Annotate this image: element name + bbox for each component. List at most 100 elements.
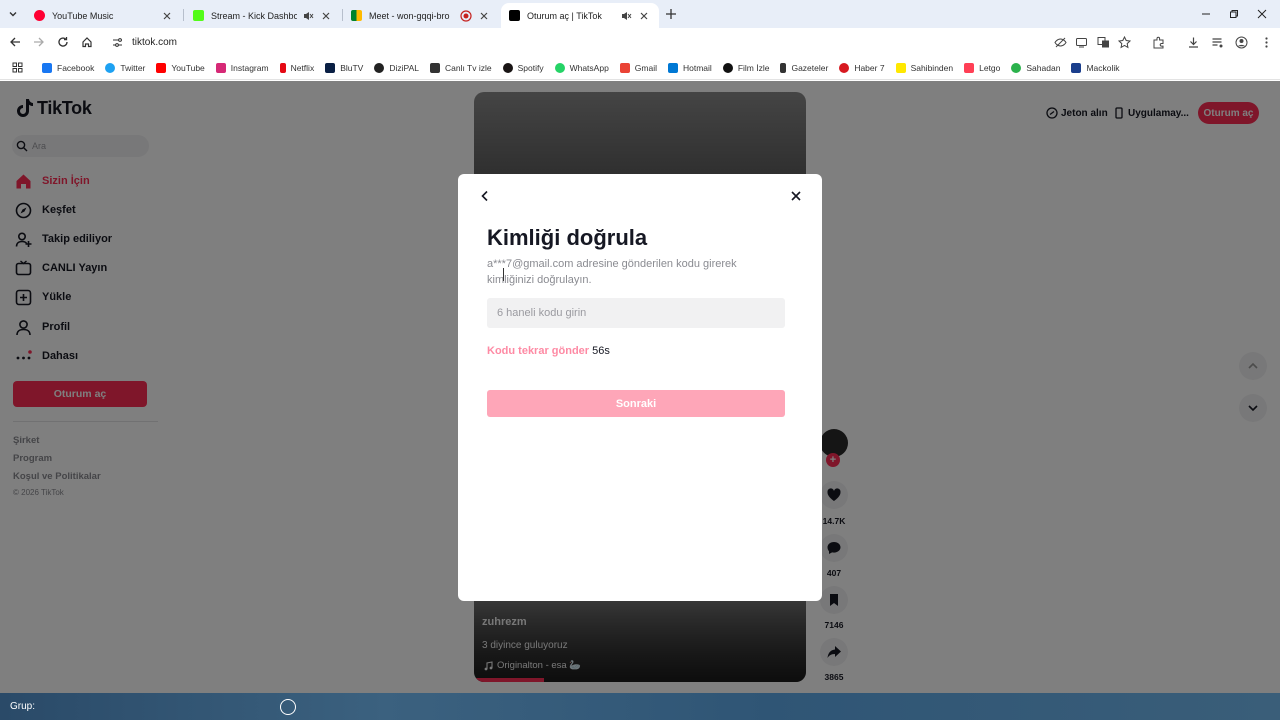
bookmark-label: WhatsApp (569, 62, 609, 73)
bookmark-star-icon[interactable] (1116, 34, 1132, 50)
lightbulb-icon (780, 62, 787, 73)
bookmark-letgo[interactable]: Letgo (964, 62, 1001, 73)
bookmark-whatsapp[interactable]: WhatsApp (554, 62, 609, 73)
more-menu-icon[interactable] (1258, 34, 1274, 50)
bookmark-label: Gazeteler (791, 62, 829, 73)
muted-speaker-icon[interactable] (619, 9, 633, 23)
bookmark-hotmail[interactable]: Hotmail (668, 62, 712, 73)
text-cursor-icon (503, 268, 506, 281)
sahadan-icon (1011, 62, 1022, 73)
bookmark-sahibinden[interactable]: Sahibinden (895, 62, 954, 73)
bookmark-label: YouTube (171, 62, 205, 73)
tab-search-icon[interactable] (4, 5, 22, 23)
profile-avatar-icon[interactable] (1233, 34, 1249, 50)
dizipal-icon (374, 62, 385, 73)
close-tab-icon[interactable] (319, 9, 333, 23)
extensions-puzzle-icon[interactable] (1150, 34, 1166, 50)
apps-grid-icon[interactable] (10, 61, 24, 75)
bookmark-film-izle[interactable]: Film İzle (722, 62, 770, 73)
resend-code-row: Kodu tekrar gönder 56s (487, 345, 610, 357)
cast-icon[interactable] (1073, 34, 1089, 50)
modal-description: a***7@gmail.com adresine gönderilen kodu… (487, 258, 737, 286)
browser-toolbar: tiktok.com (0, 28, 1280, 56)
verify-identity-modal: Kimliği doğrula a***7@gmail.com adresine… (458, 174, 822, 601)
bookmark-facebook[interactable]: Facebook (42, 62, 94, 73)
next-button[interactable]: Sonraki (487, 390, 785, 417)
twitter-icon (105, 62, 116, 73)
bookmark-label: Gmail (634, 62, 657, 73)
home-icon[interactable] (79, 34, 95, 50)
bookmark-label: Letgo (979, 62, 1001, 73)
verification-code-input[interactable] (487, 298, 785, 328)
whatsapp-icon (554, 62, 565, 73)
eye-off-icon[interactable] (1052, 34, 1068, 50)
bookmark-gazeteler[interactable]: Gazeteler (780, 62, 829, 73)
tab-tiktok-login[interactable]: Oturum aç | TikTok (501, 3, 659, 28)
mackolik-icon (1071, 62, 1082, 73)
media-controls-icon[interactable] (1209, 34, 1225, 50)
taskbar-app-icon[interactable] (280, 699, 296, 715)
haber7-icon (839, 62, 850, 73)
recording-icon (459, 9, 473, 23)
restore-window-icon[interactable] (1226, 6, 1242, 22)
youtube-icon (156, 62, 167, 73)
os-taskbar: Grup: (0, 693, 1280, 720)
gmail-icon (619, 62, 630, 73)
close-tab-icon[interactable] (637, 9, 651, 23)
close-tab-icon[interactable] (160, 9, 174, 23)
taskbar-group-label: Grup: (10, 701, 36, 712)
new-tab-plus-icon[interactable] (663, 6, 679, 22)
bookmark-spotify[interactable]: Spotify (502, 62, 544, 73)
tab-label: YouTube Music (52, 10, 114, 21)
bookmark-blutv[interactable]: BluTV (325, 62, 363, 73)
bookmark-mackolik[interactable]: Mackolik (1071, 62, 1120, 73)
download-icon[interactable] (1185, 34, 1201, 50)
bookmark-dizipal[interactable]: DiziPAL (374, 62, 419, 73)
bookmark-label: Film İzle (737, 62, 770, 73)
tab-kick-dashboard[interactable]: Stream - Kick Dashboard (185, 3, 341, 28)
resend-code-link[interactable]: Kodu tekrar gönder (487, 345, 589, 357)
muted-speaker-icon[interactable] (301, 9, 315, 23)
minimize-window-icon[interactable] (1198, 6, 1214, 22)
letgo-icon (964, 62, 975, 73)
tiktok-favicon-icon (509, 10, 520, 21)
bookmarks-bar: Facebook Twitter YouTube Instagram Netfl… (0, 56, 1280, 80)
close-icon[interactable] (788, 188, 804, 204)
spotify-icon (502, 62, 513, 73)
bookmark-haber-7[interactable]: Haber 7 (839, 62, 885, 73)
tv-icon (429, 62, 440, 73)
tab-google-meet[interactable]: Meet - won-gqqi-bro (343, 3, 499, 28)
bookmark-twitter[interactable]: Twitter (105, 62, 146, 73)
tab-separator (183, 9, 184, 21)
address-bar[interactable]: tiktok.com (104, 31, 1144, 53)
bookmark-netflix[interactable]: Netflix (279, 62, 314, 73)
tab-label: Oturum aç | TikTok (527, 10, 602, 21)
bookmark-label: Hotmail (683, 62, 712, 73)
bookmark-gmail[interactable]: Gmail (619, 62, 657, 73)
bookmark-label: Spotify (517, 62, 544, 73)
close-window-icon[interactable] (1254, 6, 1270, 22)
back-arrow-icon[interactable] (7, 34, 23, 50)
bookmark-label: Haber 7 (854, 62, 885, 73)
film-reel-icon (722, 62, 733, 73)
site-settings-icon[interactable] (110, 35, 124, 49)
reload-icon[interactable] (55, 34, 71, 50)
close-tab-icon[interactable] (477, 9, 491, 23)
bookmark-instagram[interactable]: Instagram (215, 62, 269, 73)
translate-icon[interactable] (1095, 34, 1111, 50)
facebook-icon (42, 62, 52, 73)
back-chevron-icon[interactable] (477, 188, 493, 204)
bookmark-sahadan[interactable]: Sahadan (1011, 62, 1060, 73)
youtube-music-favicon-icon (34, 10, 45, 21)
meet-favicon-icon (351, 10, 362, 21)
bookmark-label: Sahibinden (910, 62, 954, 73)
bookmark-canli-tv[interactable]: Canlı Tv izle (429, 62, 492, 73)
tab-label: Stream - Kick Dashboard (211, 10, 297, 21)
bookmark-label: Twitter (120, 62, 146, 73)
bookmark-youtube[interactable]: YouTube (156, 62, 205, 73)
forward-arrow-icon[interactable] (31, 34, 47, 50)
outlook-icon (668, 62, 678, 73)
browser-tab-bar: YouTube Music Stream - Kick Dashboard Me… (0, 0, 1280, 28)
bookmark-label: DiziPAL (389, 62, 419, 73)
tab-youtube-music[interactable]: YouTube Music (26, 3, 182, 28)
